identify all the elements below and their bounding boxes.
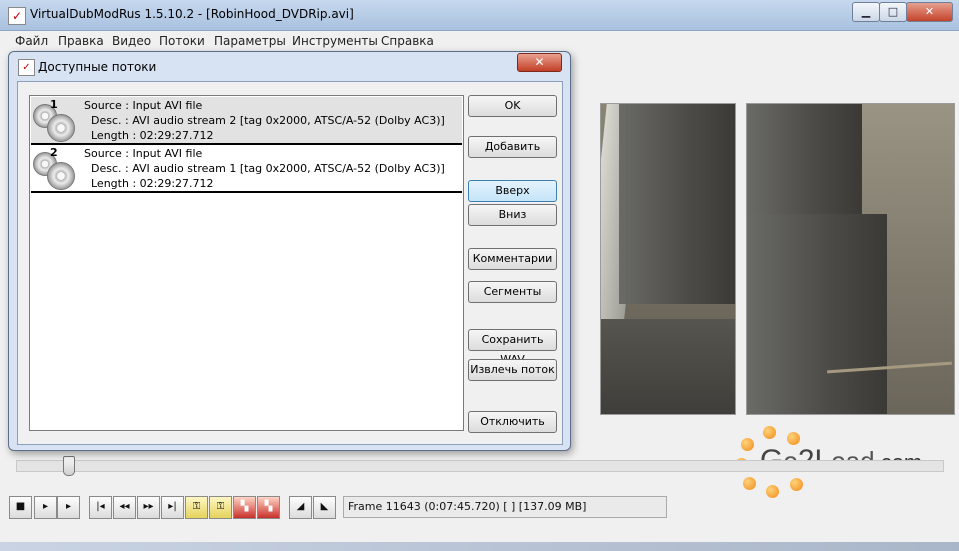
next-keyframe-icon[interactable]: ⚿ [209, 496, 232, 519]
go-start-icon[interactable]: |◂ [89, 496, 112, 519]
next-frame-icon[interactable]: ▸▸ [137, 496, 160, 519]
menu-streams[interactable]: Потоки [159, 34, 205, 48]
taskbar-strip [0, 542, 959, 551]
stream-source: Source : Input AVI file [84, 99, 203, 112]
minimize-button[interactable]: ▁ [852, 2, 880, 22]
stream-number: 2 [50, 146, 58, 159]
ok-button[interactable]: OK [468, 95, 557, 117]
stream-row[interactable]: 2 Source : Input AVI file Desc. : AVI au… [31, 145, 462, 193]
add-button[interactable]: Добавить [468, 136, 557, 158]
stream-length: Length : 02:29:27.712 [91, 129, 214, 142]
frame-status: Frame 11643 (0:07:45.720) [ ] [137.09 MB… [343, 496, 667, 518]
play-input-icon[interactable]: ▸ [34, 496, 57, 519]
prev-scene-icon[interactable]: ▚ [233, 496, 256, 519]
dialog-app-icon: ✓ [18, 59, 35, 76]
stream-row[interactable]: 1 Source : Input AVI file Desc. : AVI au… [31, 97, 462, 145]
output-video-pane [746, 103, 955, 415]
stream-source: Source : Input AVI file [84, 147, 203, 160]
play-output-icon[interactable]: ▸ [57, 496, 80, 519]
menu-edit[interactable]: Правка [58, 34, 104, 48]
dialog-close-button[interactable]: ✕ [517, 53, 562, 72]
mark-out-icon[interactable]: ◣ [313, 496, 336, 519]
comments-button[interactable]: Комментарии [468, 248, 557, 270]
close-button[interactable]: ✕ [906, 2, 953, 22]
stream-length: Length : 02:29:27.712 [91, 177, 214, 190]
save-wav-button[interactable]: Сохранить WAV [468, 329, 557, 366]
move-up-button[interactable]: Вверх [468, 180, 557, 202]
menu-file[interactable]: Файл [15, 34, 48, 48]
mark-in-icon[interactable]: ◢ [289, 496, 312, 519]
next-scene-icon[interactable]: ▚ [257, 496, 280, 519]
input-video-pane [600, 103, 736, 415]
disable-button[interactable]: Отключить [468, 411, 557, 433]
position-slider-track[interactable] [16, 460, 944, 472]
title-bar: ✓ VirtualDubModRus 1.5.10.2 - [RobinHood… [0, 0, 959, 31]
dialog-title-bar: ✓ Доступные потоки ✕ [9, 52, 570, 80]
window-title: VirtualDubModRus 1.5.10.2 - [RobinHood_D… [30, 7, 354, 21]
menu-bar: Файл Правка Видео Потоки Параметры Инстр… [0, 31, 959, 51]
app-icon: ✓ [8, 7, 26, 25]
dialog-title: Доступные потоки [38, 60, 157, 74]
segments-button[interactable]: Сегменты [468, 281, 557, 303]
stop-icon[interactable]: ■ [9, 496, 32, 519]
extract-stream-button[interactable]: Извлечь поток [468, 359, 557, 381]
stream-description: Desc. : AVI audio stream 2 [tag 0x2000, … [91, 114, 445, 127]
available-streams-dialog: ✓ Доступные потоки ✕ 1 Source : Input AV… [8, 51, 571, 451]
prev-keyframe-icon[interactable]: ⚿ [185, 496, 208, 519]
menu-video[interactable]: Видео [112, 34, 151, 48]
menu-options[interactable]: Параметры [214, 34, 286, 48]
stream-number: 1 [50, 98, 58, 111]
go-end-icon[interactable]: ▸| [161, 496, 184, 519]
menu-help[interactable]: Справка [381, 34, 434, 48]
maximize-button[interactable]: □ [879, 2, 907, 22]
stream-list[interactable]: 1 Source : Input AVI file Desc. : AVI au… [29, 95, 464, 431]
stream-description: Desc. : AVI audio stream 1 [tag 0x2000, … [91, 162, 445, 175]
menu-tools[interactable]: Инструменты [292, 34, 378, 48]
prev-frame-icon[interactable]: ◂◂ [113, 496, 136, 519]
move-down-button[interactable]: Вниз [468, 204, 557, 226]
dialog-body: 1 Source : Input AVI file Desc. : AVI au… [17, 81, 563, 445]
position-slider-thumb[interactable] [63, 456, 75, 476]
